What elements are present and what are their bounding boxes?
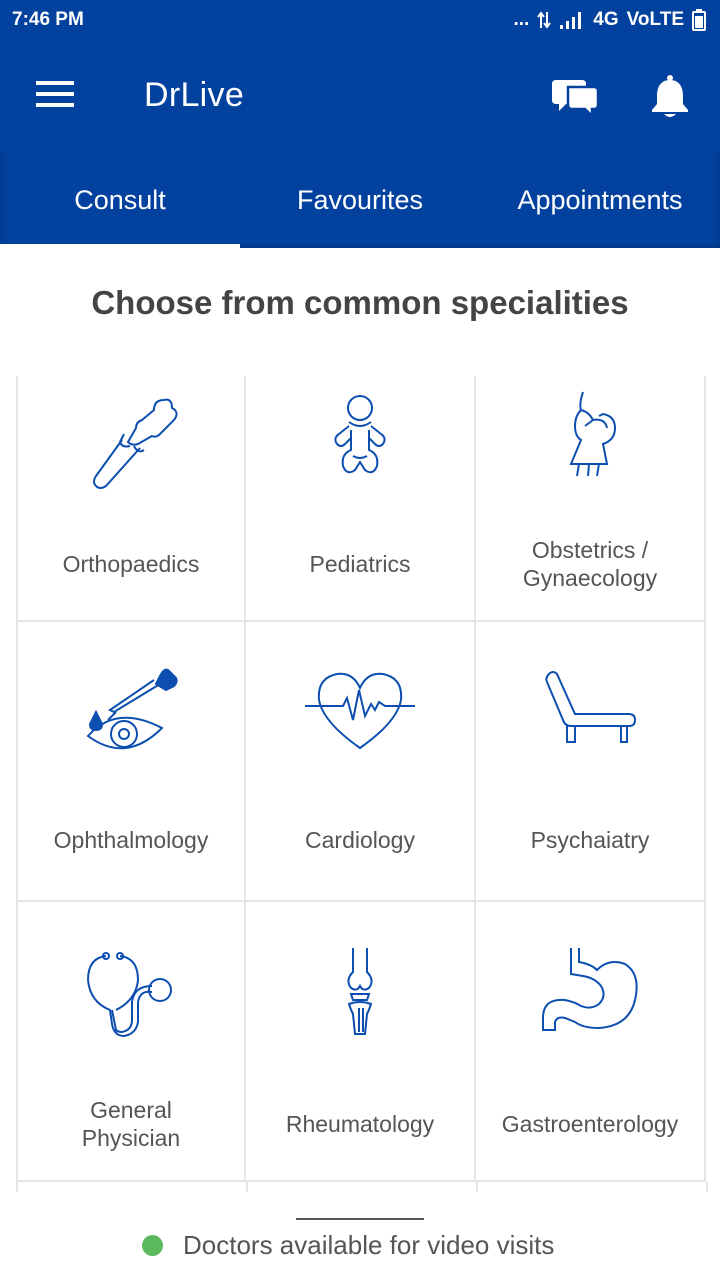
speciality-general-physician[interactable]: General Physician	[16, 902, 246, 1182]
tab-favourites[interactable]: Favourites	[240, 152, 480, 248]
stethoscope-icon	[86, 952, 172, 1038]
status-bar: 7:46 PM ... 4G VoLTE	[0, 0, 720, 40]
bone-joint-icon	[93, 398, 178, 489]
speciality-label: Gastroenterology	[501, 1111, 679, 1137]
signal-icon	[560, 12, 582, 29]
speciality-ophthalmology[interactable]: Ophthalmology	[16, 622, 246, 902]
speciality-label: Rheumatology	[285, 1111, 435, 1137]
speciality-cardiology[interactable]: Cardiology	[246, 622, 476, 902]
volte-label: VoLTE	[626, 9, 684, 30]
pregnant-woman-icon	[569, 391, 617, 477]
data-transfer-icon	[537, 11, 552, 29]
speciality-pediatrics[interactable]: Pediatrics	[246, 376, 476, 622]
speciality-gastroenterology[interactable]: Gastroenterology	[476, 902, 706, 1182]
speciality-label: Orthopaedics	[62, 551, 200, 577]
couch-icon	[545, 671, 637, 743]
stomach-icon	[542, 948, 638, 1031]
eye-dropper-icon	[86, 668, 178, 750]
app-bar: DrLive	[0, 40, 720, 152]
speciality-obstetrics-gynaecology[interactable]: Obstetrics / Gynaecology	[476, 376, 706, 622]
online-status-dot-icon	[142, 1235, 163, 1256]
speciality-orthopaedics[interactable]: Orthopaedics	[16, 376, 246, 622]
network-type: 4G	[593, 9, 619, 30]
tab-bar: Consult Favourites Appointments	[0, 152, 720, 248]
tab-consult[interactable]: Consult	[0, 152, 240, 248]
availability-bar[interactable]: Doctors available for video visits	[0, 1192, 720, 1280]
heartbeat-icon	[305, 672, 415, 750]
next-row-hint	[16, 1182, 708, 1192]
availability-text: Doctors available for video visits	[183, 1230, 555, 1260]
tab-appointments[interactable]: Appointments	[480, 152, 720, 248]
chat-button[interactable]	[552, 74, 600, 120]
speciality-label: Pediatrics	[309, 551, 411, 577]
hamburger-menu-icon	[36, 81, 74, 107]
menu-button[interactable]	[36, 80, 76, 110]
speciality-label: Psychaiatry	[530, 827, 650, 853]
baby-icon	[334, 395, 386, 474]
specialities-grid: Orthopaedics Pediatrics Obstetrics / Gyn…	[16, 376, 706, 1191]
bell-icon	[652, 75, 688, 117]
speciality-psychaiatry[interactable]: Psychaiatry	[476, 622, 706, 902]
speciality-rheumatology[interactable]: Rheumatology	[246, 902, 476, 1182]
app-title: DrLive	[144, 76, 245, 114]
speciality-label: Cardiology	[305, 827, 415, 853]
section-heading: Choose from common specialities	[91, 284, 629, 321]
drag-handle[interactable]	[296, 1218, 424, 1220]
status-time: 7:46 PM	[12, 9, 84, 30]
speciality-label: Obstetrics / Gynaecology	[522, 537, 658, 591]
status-icons: ... 4G VoLTE	[513, 9, 706, 31]
status-dots: ...	[513, 9, 530, 30]
battery-icon	[692, 9, 706, 31]
knee-joint-icon	[347, 948, 373, 1035]
notifications-button[interactable]	[650, 74, 692, 120]
speciality-label: Ophthalmology	[53, 827, 209, 853]
chat-bubbles-icon	[552, 80, 600, 120]
speciality-label: General Physician	[81, 1097, 181, 1151]
